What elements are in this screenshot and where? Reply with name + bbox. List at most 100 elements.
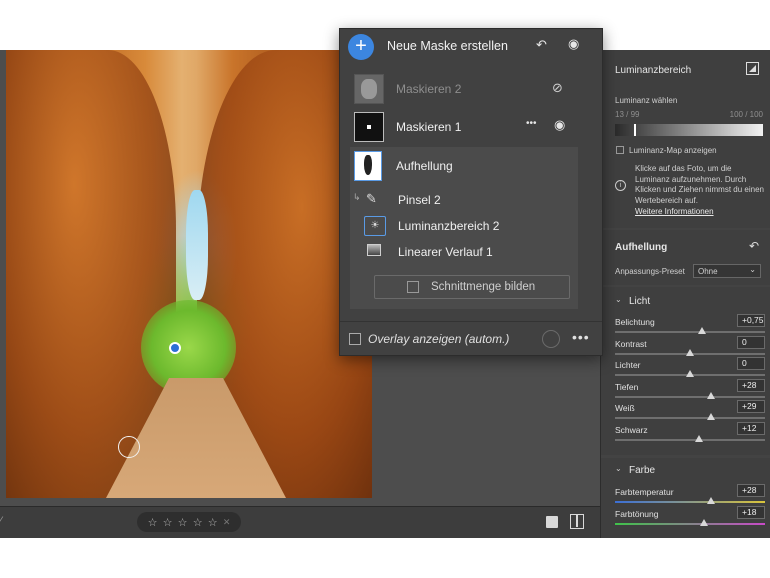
slider-track[interactable] xyxy=(615,438,765,441)
slider-track[interactable] xyxy=(615,395,765,398)
slider-thumb[interactable] xyxy=(699,518,708,526)
component-row[interactable]: ↳ ✎ Pinsel 2 xyxy=(350,187,578,213)
star-rating[interactable]: ☆ ☆ ☆ ☆ ☆ ✕ xyxy=(137,512,241,532)
preset-label: Anpassungs-Preset xyxy=(615,267,685,276)
slider-thumb[interactable] xyxy=(695,434,703,442)
slider-row[interactable]: Schwarz +12 xyxy=(615,421,765,447)
trash-icon[interactable]: ✕ xyxy=(223,517,231,528)
mask-components-block: Aufhellung ↳ ✎ Pinsel 2 ☀ Luminanzbereic… xyxy=(350,147,578,309)
slider-label: Lichter xyxy=(615,360,641,370)
slider-thumb[interactable] xyxy=(707,391,715,399)
eye-icon[interactable]: ◉ xyxy=(554,117,565,133)
intersect-button[interactable]: Schnittmenge bilden xyxy=(374,275,570,299)
view-square-icon[interactable] xyxy=(546,516,558,528)
luminance-range-bar[interactable] xyxy=(615,124,763,136)
brush-cursor-icon xyxy=(118,436,140,458)
component-row[interactable]: Linearer Verlauf 1 xyxy=(350,239,578,265)
star-icon[interactable]: ☆ xyxy=(208,516,218,529)
reset-icon[interactable]: ↶ xyxy=(749,239,759,253)
mask-thumbnail xyxy=(354,112,384,142)
chevron-down-icon[interactable]: ⌄ xyxy=(615,464,622,473)
star-icon[interactable]: ☆ xyxy=(178,516,188,529)
slider-thumb[interactable] xyxy=(686,348,694,356)
overlay-color-swatch[interactable] xyxy=(542,330,560,348)
color-section: ⌄ Farbe Farbtemperatur +28 Farbtönung +18 xyxy=(601,458,770,538)
slider-label: Tiefen xyxy=(615,381,639,392)
slider-track[interactable] xyxy=(615,417,765,419)
slider-thumb[interactable] xyxy=(686,370,694,377)
adjustment-label: Aufhellung xyxy=(396,159,453,173)
eye-icon[interactable]: ◉ xyxy=(568,36,579,52)
range-right-value: 100 / 100 xyxy=(729,110,763,119)
luminance-map-label: Luminanz-Map anzeigen xyxy=(629,146,717,155)
component-label: Pinsel 2 xyxy=(398,193,441,207)
slider-track[interactable] xyxy=(615,331,765,333)
overlay-checkbox[interactable] xyxy=(349,333,361,345)
invert-icon[interactable] xyxy=(746,62,759,75)
range-left-value: 13 / 99 xyxy=(615,110,640,119)
slider-value-input[interactable]: +18 xyxy=(737,505,765,519)
star-icon[interactable]: ☆ xyxy=(148,516,158,529)
slider-value-input[interactable]: +12 xyxy=(737,421,765,435)
more-icon[interactable]: ••• xyxy=(572,329,590,345)
photo-preview[interactable] xyxy=(6,50,372,498)
chevron-down-icon: ⌄ xyxy=(749,265,756,274)
slider-label: Weiß xyxy=(615,403,635,413)
luminance-section: Luminanzbereich Luminanz wählen 13 / 99 … xyxy=(601,50,770,228)
slider-label: Farbtönung xyxy=(615,508,659,519)
slider-value-input[interactable]: 0 xyxy=(737,335,765,349)
more-info-link[interactable]: Weitere Informationen xyxy=(635,207,714,216)
subtract-arrow-icon: ↳ xyxy=(353,192,361,202)
adjustment-section: Aufhellung ↶ Anpassungs-Preset Ohne ⌄ xyxy=(601,230,770,285)
component-row[interactable]: ☀ Luminanzbereich 2 xyxy=(350,213,578,239)
luminance-map-checkbox[interactable] xyxy=(616,146,624,154)
slider-thumb[interactable] xyxy=(698,327,706,334)
slider-label: Kontrast xyxy=(615,338,647,349)
slider-value-input[interactable]: +29 xyxy=(737,400,765,413)
undo-icon[interactable]: ↶ xyxy=(536,37,547,53)
more-icon[interactable]: ••• xyxy=(526,118,537,129)
eye-hidden-icon[interactable]: ⊘ xyxy=(552,80,563,96)
slider-value-input[interactable]: 0 xyxy=(737,357,765,370)
mask-panel-title: Neue Maske erstellen xyxy=(387,39,508,53)
before-after-icon[interactable] xyxy=(570,514,584,529)
slider-thumb[interactable] xyxy=(707,497,715,504)
mask-row[interactable]: Maskieren 2 ⊘ xyxy=(350,71,602,107)
mask-panel: + Neue Maske erstellen ↶ ◉ Maskieren 2 ⊘… xyxy=(339,28,603,356)
slider-track[interactable] xyxy=(615,522,765,525)
component-label: Luminanzbereich 2 xyxy=(398,219,500,233)
mask-panel-footer: Overlay anzeigen (autom.) ••• xyxy=(340,321,602,355)
mask-panel-header: + Neue Maske erstellen ↶ ◉ xyxy=(340,29,602,65)
slider-value-input[interactable]: +28 xyxy=(737,484,765,497)
mask-label: Maskieren 1 xyxy=(396,120,462,134)
star-icon[interactable]: ☆ xyxy=(193,516,203,529)
slider-value-input[interactable]: +0,75 xyxy=(737,314,765,327)
chevron-down-icon[interactable]: ⌄ xyxy=(615,295,622,304)
preset-value: Ohne xyxy=(698,267,718,276)
adjustment-title: Aufhellung xyxy=(615,242,668,253)
range-handle-left[interactable] xyxy=(634,124,636,136)
slider-label: Farbtemperatur xyxy=(615,487,674,497)
preset-dropdown[interactable]: Ohne ⌄ xyxy=(693,264,761,278)
light-title: Licht xyxy=(629,296,651,307)
slider-label: Belichtung xyxy=(615,317,655,327)
adjustment-row[interactable]: Aufhellung xyxy=(350,151,578,183)
slider-row[interactable]: Farbtönung +18 xyxy=(615,505,765,531)
brush-icon: ✎ xyxy=(366,191,377,206)
intersect-label: Schnittmenge bilden xyxy=(431,281,536,293)
component-label: Linearer Verlauf 1 xyxy=(398,245,493,259)
linear-gradient-icon xyxy=(367,244,381,256)
mask-pin-icon[interactable] xyxy=(169,342,181,354)
star-icon[interactable]: ☆ xyxy=(163,516,173,529)
adjustment-thumbnail xyxy=(354,151,382,181)
mask-row[interactable]: Maskieren 1 ••• ◉ xyxy=(350,109,602,145)
slider-thumb[interactable] xyxy=(707,413,715,420)
filmstrip-edge-icon: ⁄ xyxy=(0,515,2,527)
slider-track[interactable] xyxy=(615,501,765,503)
slider-value-input[interactable]: +28 xyxy=(737,378,765,392)
add-mask-button[interactable]: + xyxy=(348,34,374,60)
photo-sky xyxy=(186,190,208,300)
intersect-icon xyxy=(407,281,419,293)
overlay-label: Overlay anzeigen (autom.) xyxy=(368,332,510,346)
properties-panel: Luminanzbereich Luminanz wählen 13 / 99 … xyxy=(600,50,770,538)
